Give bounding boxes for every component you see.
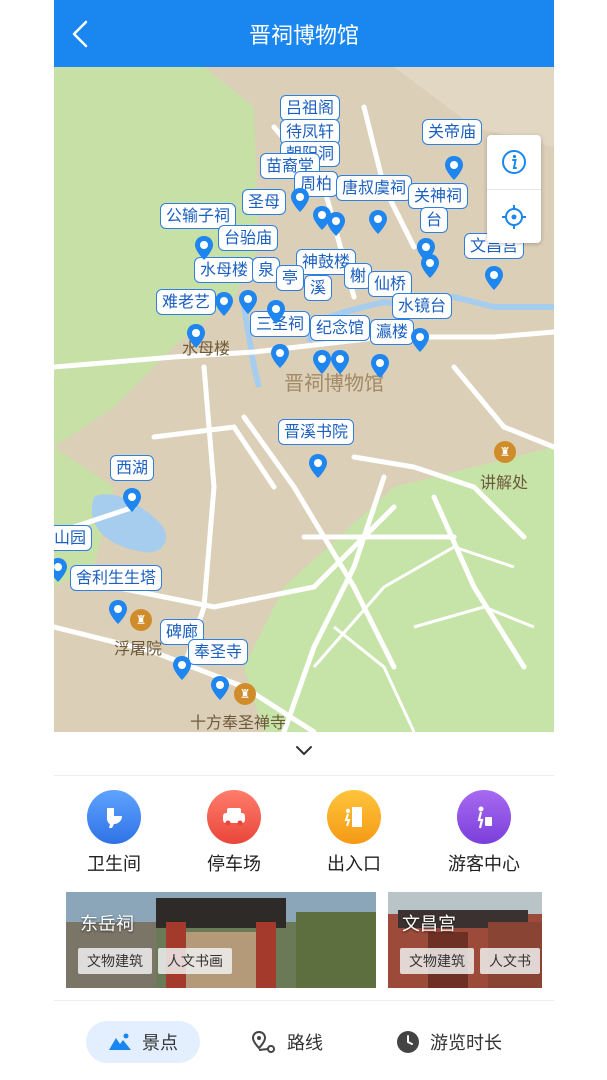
tab-duration[interactable]: 游览时长: [374, 1021, 524, 1063]
mountain-icon: [109, 1033, 131, 1050]
app-frame: 晋祠博物馆 晋祠博物馆 水母楼 ♜ 讲解处 ♜ 浮屠院 ♜ 十方奉圣禅寺 吕祖阁…: [54, 0, 554, 1080]
map-pin-icon[interactable]: [368, 209, 388, 235]
map-marker-label[interactable]: 舍利生生塔: [70, 565, 163, 591]
map-marker-label[interactable]: 关神祠: [408, 183, 469, 209]
category-label: 停车场: [207, 854, 261, 875]
attraction-card[interactable]: 东岳祠 文物建筑 人文书画: [66, 892, 376, 988]
map-pin-icon[interactable]: [312, 349, 332, 375]
temple-icon: ♜: [234, 683, 256, 705]
map-view[interactable]: 晋祠博物馆 水母楼 ♜ 讲解处 ♜ 浮屠院 ♜ 十方奉圣禅寺 吕祖阁 待凤轩 朝…: [54, 67, 554, 732]
map-marker-label[interactable]: 奉圣寺: [188, 639, 249, 665]
car-icon: [207, 790, 261, 844]
category-label: 卫生间: [87, 854, 141, 875]
door-icon: [327, 790, 381, 844]
map-marker-label[interactable]: 台骀庙: [218, 225, 279, 251]
page-title: 晋祠博物馆: [248, 24, 359, 49]
tab-label: 游览时长: [430, 1033, 502, 1054]
map-pin-icon[interactable]: [122, 487, 142, 513]
locate-button[interactable]: [487, 189, 541, 243]
clock-icon: [397, 1031, 419, 1053]
temple-icon: ♜: [130, 609, 152, 631]
map-pin-icon[interactable]: [172, 655, 192, 681]
category-entrance[interactable]: 出入口: [304, 790, 404, 876]
traveler-icon: [457, 790, 511, 844]
map-marker-label[interactable]: 晋溪书院: [278, 419, 355, 445]
attraction-tags: 文物建筑 人文书画: [78, 948, 238, 974]
attraction-title: 东岳祠: [80, 914, 134, 935]
map-marker-label[interactable]: 纪念馆: [310, 315, 371, 341]
temple-icon: ♜: [494, 441, 516, 463]
map-tools-panel: [487, 135, 541, 243]
info-button[interactable]: [487, 135, 541, 189]
map-marker-label[interactable]: 山园: [54, 525, 93, 551]
map-pin-icon[interactable]: [186, 323, 206, 349]
category-bar: 卫生间 停车场 出入口 游客中心: [54, 790, 554, 880]
map-marker-label[interactable]: 瀛楼: [370, 319, 415, 345]
map-pin-icon[interactable]: [484, 265, 504, 291]
tab-label: 景点: [142, 1033, 178, 1054]
attraction-tag: 文物建筑: [78, 948, 152, 974]
map-pin-icon[interactable]: [210, 675, 230, 701]
route-pin-icon: [251, 1030, 275, 1053]
map-pin-icon[interactable]: [290, 187, 310, 213]
attraction-title: 文昌宫: [402, 914, 456, 935]
map-pin-icon[interactable]: [270, 343, 290, 369]
map-pin-icon[interactable]: [420, 253, 440, 279]
category-label: 游客中心: [448, 854, 520, 875]
map-pin-icon[interactable]: [194, 235, 214, 261]
map-pin-icon[interactable]: [238, 289, 258, 315]
map-pin-icon[interactable]: [370, 353, 390, 379]
map-pin-icon[interactable]: [326, 211, 346, 237]
map-marker-label[interactable]: 亭: [276, 265, 305, 291]
bottom-tab-bar: 景点 路线 游览时长: [54, 1000, 554, 1080]
map-pin-icon[interactable]: [108, 599, 128, 625]
map-pin-icon[interactable]: [54, 557, 68, 583]
map-marker-label[interactable]: 关帝庙: [422, 119, 483, 145]
attraction-tags: 文物建筑 人文书: [400, 948, 542, 974]
map-pin-icon[interactable]: [308, 453, 328, 479]
collapse-toggle[interactable]: [54, 732, 554, 776]
crosshair-icon: [502, 204, 526, 229]
attraction-tag: 文物建筑: [400, 948, 474, 974]
category-label: 出入口: [327, 854, 381, 875]
map-pin-icon[interactable]: [214, 291, 234, 317]
attraction-card[interactable]: 文昌宫 文物建筑 人文书: [388, 892, 542, 988]
tab-attractions[interactable]: 景点: [86, 1021, 200, 1063]
header-bar: 晋祠博物馆: [54, 0, 554, 67]
map-marker-label[interactable]: 难老艺: [156, 289, 217, 315]
category-parking[interactable]: 停车场: [184, 790, 284, 876]
map-pin-icon[interactable]: [266, 299, 286, 325]
place-label: 浮屠院: [114, 639, 163, 658]
toilet-icon: [87, 790, 141, 844]
map-pin-icon[interactable]: [330, 349, 350, 375]
place-label: 讲解处: [480, 473, 529, 492]
map-marker-label[interactable]: 溪: [304, 275, 333, 301]
map-marker-label[interactable]: 水镜台: [392, 293, 453, 319]
map-marker-label[interactable]: 台: [420, 207, 449, 233]
map-pin-icon[interactable]: [410, 327, 430, 353]
tab-label: 路线: [287, 1033, 323, 1054]
map-marker-label[interactable]: 圣母: [242, 189, 287, 215]
chevron-down-icon: [296, 746, 312, 755]
info-icon: [502, 150, 526, 174]
map-marker-label[interactable]: 西湖: [110, 455, 155, 481]
tab-routes[interactable]: 路线: [229, 1021, 345, 1063]
attraction-tag: 人文书: [480, 948, 540, 974]
place-label: 十方奉圣禅寺: [190, 713, 287, 732]
map-marker-label[interactable]: 吕祖阁: [280, 95, 341, 121]
attraction-tag: 人文书画: [158, 948, 232, 974]
category-toilet[interactable]: 卫生间: [64, 790, 164, 876]
attraction-carousel[interactable]: 东岳祠 文物建筑 人文书画 文昌宫 文物建筑 人文书: [66, 892, 542, 988]
map-marker-label[interactable]: 唐叔虞祠: [336, 175, 413, 201]
map-pin-icon[interactable]: [444, 155, 464, 181]
category-visitor-center[interactable]: 游客中心: [434, 790, 534, 876]
